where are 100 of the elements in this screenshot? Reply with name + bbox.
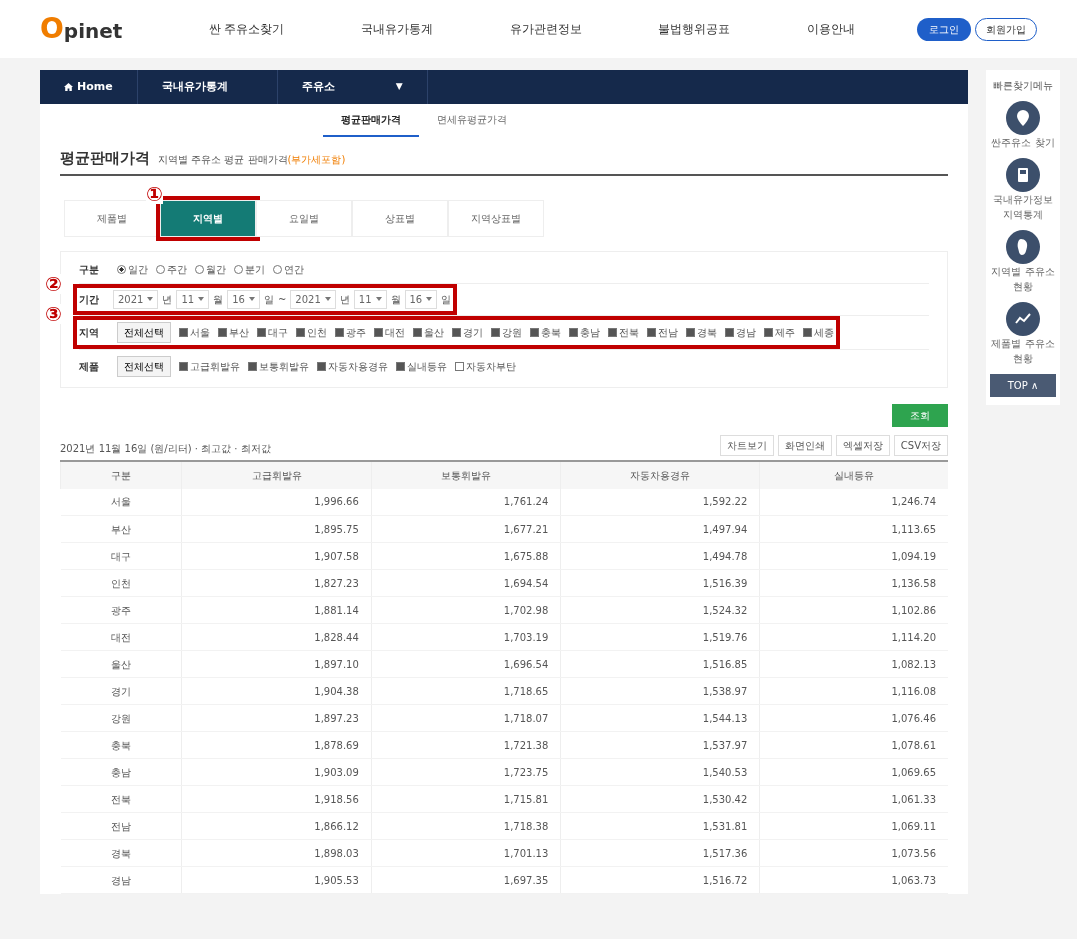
- table-cell: 1,517.36: [560, 839, 760, 867]
- table-cell: 1,136.58: [759, 569, 948, 597]
- checkbox-option[interactable]: 강원: [491, 324, 522, 340]
- action-button[interactable]: 차트보기: [719, 434, 774, 456]
- checkbox-option[interactable]: 충남: [569, 324, 600, 340]
- breadcrumb-item[interactable]: 국내유가통계: [137, 70, 278, 104]
- checkbox-option[interactable]: 대구: [257, 324, 288, 340]
- checkbox-option[interactable]: 고급휘발유: [179, 358, 240, 374]
- table-cell: 1,721.38: [371, 731, 561, 759]
- table-cell: 대전: [60, 623, 182, 651]
- checkbox-option[interactable]: 전남: [647, 324, 678, 340]
- table-cell: 1,078.61: [759, 731, 948, 759]
- home-link[interactable]: Home: [40, 70, 138, 104]
- table-cell: 충북: [60, 731, 182, 759]
- table-cell: 1,715.81: [371, 785, 561, 813]
- dropdown-caret[interactable]: ▼: [395, 80, 403, 94]
- column-header: 자동차용경유: [560, 460, 760, 489]
- checkbox-option[interactable]: 경북: [686, 324, 717, 340]
- checkbox-option[interactable]: 실내등유: [396, 358, 447, 374]
- checkbox-option[interactable]: 대전: [374, 324, 405, 340]
- table-cell: 1,073.56: [759, 839, 948, 867]
- menu-link[interactable]: 이용안내: [806, 20, 855, 38]
- select-field[interactable]: 2021: [290, 289, 336, 309]
- table-cell: 1,701.13: [371, 839, 561, 867]
- menu-link[interactable]: 불법행위공표: [658, 20, 731, 38]
- table-cell: 1,497.94: [560, 515, 760, 543]
- checkbox-option[interactable]: 인천: [296, 324, 327, 340]
- column-header: 구분: [60, 460, 182, 489]
- tab[interactable]: 상표별: [352, 199, 448, 237]
- table-cell: 강원: [60, 704, 182, 732]
- radio-option[interactable]: 일간: [117, 261, 148, 277]
- table-cell: 부산: [60, 515, 182, 543]
- quick-menu-icon: [1006, 230, 1040, 264]
- column-header: 실내등유: [759, 460, 948, 489]
- table-cell: 1,878.69: [181, 731, 372, 759]
- unit-label: 월: [213, 292, 224, 307]
- table-cell: 광주: [60, 596, 182, 624]
- checkbox-option[interactable]: 울산: [413, 324, 444, 340]
- quick-menu-link[interactable]: 싼주유소 찾기: [990, 101, 1056, 150]
- breadcrumb-item[interactable]: 주유소 ▼: [277, 70, 428, 104]
- table-cell: 경북: [60, 839, 182, 867]
- annotation-number: ②: [45, 273, 62, 294]
- login-button[interactable]: 로그인: [917, 17, 971, 41]
- filter-label: 기간: [79, 292, 100, 307]
- radio-option[interactable]: 월간: [195, 261, 226, 277]
- select-field[interactable]: 2021: [113, 289, 159, 309]
- select-field[interactable]: 16: [227, 289, 260, 309]
- unit-label: 일: [263, 292, 274, 307]
- checkbox-option[interactable]: 보통휘발유: [248, 358, 309, 374]
- action-button[interactable]: 엑셀저장: [835, 434, 890, 456]
- checkbox-option[interactable]: 부산: [218, 324, 249, 340]
- sub-tab[interactable]: 면세유평균가격: [419, 104, 525, 137]
- menu-link[interactable]: 유가관련정보: [509, 20, 582, 38]
- caret-icon: [324, 297, 331, 301]
- table-cell: 1,866.12: [181, 812, 372, 840]
- table-cell: 1,677.21: [371, 515, 561, 543]
- checkbox-option[interactable]: 충북: [530, 324, 561, 340]
- radio-option[interactable]: 분기: [234, 261, 265, 277]
- checkbox-option[interactable]: 제주: [764, 324, 795, 340]
- checkbox-option[interactable]: 자동차부탄: [455, 358, 516, 374]
- table-cell: 충남: [60, 758, 182, 786]
- unit-label: 일: [441, 292, 452, 307]
- table-cell: 1,113.65: [759, 515, 948, 543]
- logo[interactable]: Opinet: [40, 8, 123, 50]
- signup-button[interactable]: 회원가입: [975, 17, 1037, 41]
- table-cell: 1,519.76: [560, 623, 760, 651]
- checkbox-option[interactable]: 서울: [179, 324, 210, 340]
- caret-icon: [426, 297, 433, 301]
- radio-option[interactable]: 주간: [156, 261, 187, 277]
- page-subtitle: 지역별 주유소 평균 판매가격(부가세포함): [158, 153, 346, 167]
- table-cell: 1,697.35: [371, 866, 561, 894]
- checkbox-option[interactable]: 자동차용경유: [317, 358, 388, 374]
- select-all-button[interactable]: 전체선택: [117, 355, 171, 377]
- checkbox-option[interactable]: 경기: [452, 324, 483, 340]
- select-field[interactable]: 11: [176, 289, 210, 309]
- quick-menu-link[interactable]: 지역별 주유소현황: [990, 230, 1056, 294]
- tab[interactable]: 요일별: [256, 199, 352, 237]
- top-button[interactable]: TOP ∧: [990, 374, 1056, 397]
- quick-menu-link[interactable]: 국내유가정보 지역통계: [990, 158, 1056, 222]
- quick-menu-link[interactable]: 제품별 주유소현황: [990, 302, 1056, 366]
- radio-option[interactable]: 연간: [273, 261, 304, 277]
- checkbox-option[interactable]: 경남: [725, 324, 756, 340]
- select-all-button[interactable]: 전체선택: [117, 321, 171, 343]
- checkbox-option[interactable]: 전북: [608, 324, 639, 340]
- caret-icon: [198, 297, 205, 301]
- checkbox-option[interactable]: 광주: [335, 324, 366, 340]
- action-button[interactable]: CSV저장: [893, 434, 948, 456]
- tab[interactable]: 지역상표별: [448, 199, 544, 237]
- table-cell: 1,903.09: [181, 758, 372, 786]
- table-cell: 울산: [60, 650, 182, 678]
- select-field[interactable]: 16: [404, 289, 438, 309]
- table-cell: 1,718.65: [371, 677, 561, 705]
- action-button[interactable]: 화면인쇄: [777, 434, 832, 456]
- menu-link[interactable]: 싼 주유소찾기: [208, 20, 285, 38]
- menu-link[interactable]: 국내유가통계: [361, 20, 434, 38]
- table-cell: 1,696.54: [371, 650, 561, 678]
- select-field[interactable]: 11: [353, 289, 387, 309]
- sub-tab[interactable]: 평균판매가격: [323, 104, 419, 137]
- table-cell: 1,897.10: [181, 650, 372, 678]
- checkbox-option[interactable]: 세종: [803, 324, 834, 340]
